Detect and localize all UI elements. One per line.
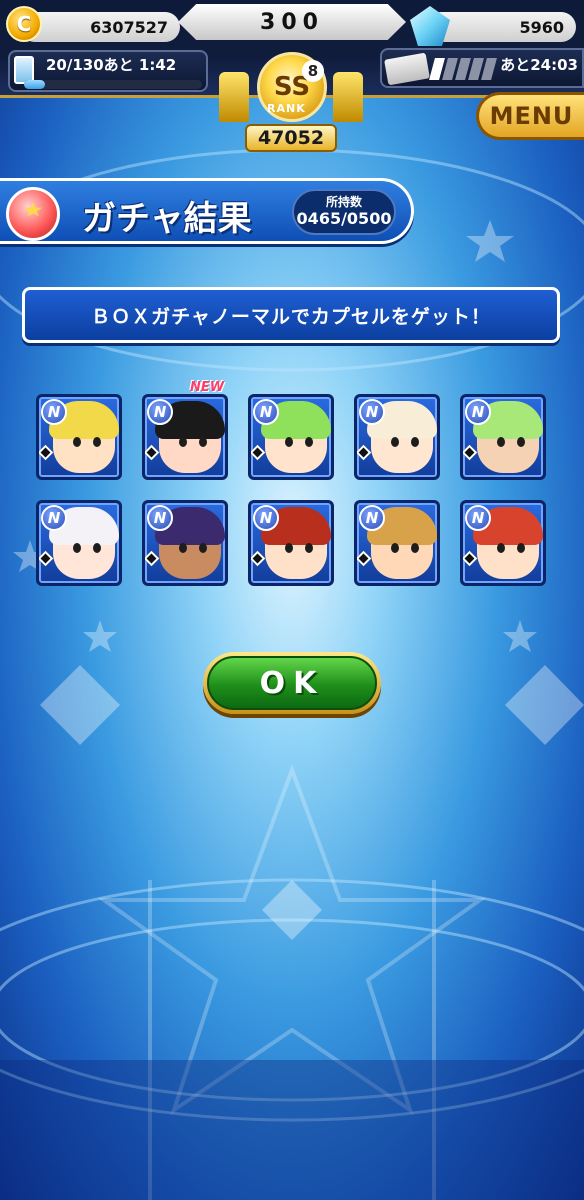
diamond-icon — [251, 550, 266, 567]
rarity-badge: N — [359, 399, 385, 425]
character-eye — [199, 437, 207, 447]
character-eye — [517, 437, 525, 447]
character-eye — [305, 543, 313, 553]
menu-button[interactable]: MENU — [476, 92, 584, 140]
stamina-bar — [24, 80, 202, 89]
character-eye — [285, 437, 293, 447]
character-eye — [199, 543, 207, 553]
capsule-icon — [6, 187, 60, 241]
ticket-timer: あと24:03 — [500, 56, 578, 74]
character-card[interactable]: N — [36, 394, 122, 480]
diamond-icon — [145, 550, 160, 567]
character-card[interactable]: N — [142, 394, 228, 480]
character-eye — [497, 543, 505, 553]
character-card-grid: N N NEW N N N N N N N N — [36, 380, 548, 590]
owned-count-box: 所持数 0465/0500 — [292, 189, 396, 235]
character-eye — [305, 437, 313, 447]
coin-counter: 6307527 — [20, 12, 180, 42]
page-title: ガチャ結果 — [82, 199, 252, 239]
rarity-badge: N — [41, 505, 67, 531]
new-label: NEW — [190, 380, 225, 395]
rank-score: 47052 — [245, 124, 337, 152]
owned-count-value: 0465/0500 — [296, 209, 392, 228]
character-eye — [391, 543, 399, 553]
character-card[interactable]: N — [354, 394, 440, 480]
center-counter-value: 300 — [260, 9, 324, 35]
stamina-text: 20/130あと 1:42 — [46, 56, 177, 74]
trophy-icon-left — [219, 72, 249, 122]
diamond-icon — [39, 444, 54, 461]
rank-emblem[interactable]: SS 8 RANK 47052 — [215, 42, 367, 160]
diamond-icon — [463, 444, 478, 461]
trophy-icon-right — [333, 72, 363, 122]
rarity-badge: N — [465, 505, 491, 531]
character-card[interactable]: N — [142, 500, 228, 586]
character-eye — [517, 543, 525, 553]
diamond-icon — [39, 550, 54, 567]
ticket-panel: あと24:03 — [380, 48, 584, 88]
character-eye — [411, 543, 419, 553]
rarity-badge: N — [465, 399, 491, 425]
character-eye — [497, 437, 505, 447]
ok-button-label: OK — [207, 656, 377, 710]
character-eye — [73, 437, 81, 447]
character-eye — [179, 543, 187, 553]
ticket-slots — [429, 58, 497, 80]
ticket-slot — [481, 58, 497, 80]
rarity-badge: N — [253, 399, 279, 425]
diamond-icon — [357, 550, 372, 567]
rank-label: RANK — [267, 102, 306, 115]
diamond-icon — [251, 444, 266, 461]
rarity-badge: N — [359, 505, 385, 531]
rarity-badge: N — [147, 399, 173, 425]
gem-counter: 5960 — [426, 12, 576, 42]
character-eye — [73, 543, 81, 553]
character-card[interactable]: N — [36, 500, 122, 586]
rarity-badge: N — [147, 505, 173, 531]
diamond-icon — [463, 550, 478, 567]
character-card[interactable]: N — [460, 500, 546, 586]
character-eye — [411, 437, 419, 447]
character-card[interactable]: N — [460, 394, 546, 480]
owned-count-label: 所持数 — [325, 195, 362, 209]
character-eye — [179, 437, 187, 447]
diamond-icon — [145, 444, 160, 461]
gem-count: 5960 — [519, 17, 564, 37]
rarity-badge: N — [253, 505, 279, 531]
diamond-icon — [357, 444, 372, 461]
ok-button[interactable]: OK — [203, 652, 381, 714]
coin-icon: C — [6, 6, 42, 42]
character-card[interactable]: N — [354, 500, 440, 586]
character-eye — [93, 543, 101, 553]
result-message-banner: ＢＯＸガチャノーマルでカプセルをゲット！ — [22, 287, 560, 343]
gacha-result-title-bar: ガチャ結果 所持数 0465/0500 — [0, 178, 414, 244]
coin-count: 6307527 — [90, 17, 168, 37]
rank-level: 8 — [302, 60, 324, 82]
stamina-bar-fill — [24, 80, 46, 89]
rarity-badge: N — [41, 399, 67, 425]
character-eye — [93, 437, 101, 447]
center-counter: 300 — [178, 4, 406, 40]
ticket-icon — [384, 52, 430, 86]
character-eye — [391, 437, 399, 447]
character-card[interactable]: N — [248, 394, 334, 480]
character-eye — [285, 543, 293, 553]
character-card[interactable]: N — [248, 500, 334, 586]
stamina-panel: 20/130あと 1:42 — [8, 50, 208, 92]
